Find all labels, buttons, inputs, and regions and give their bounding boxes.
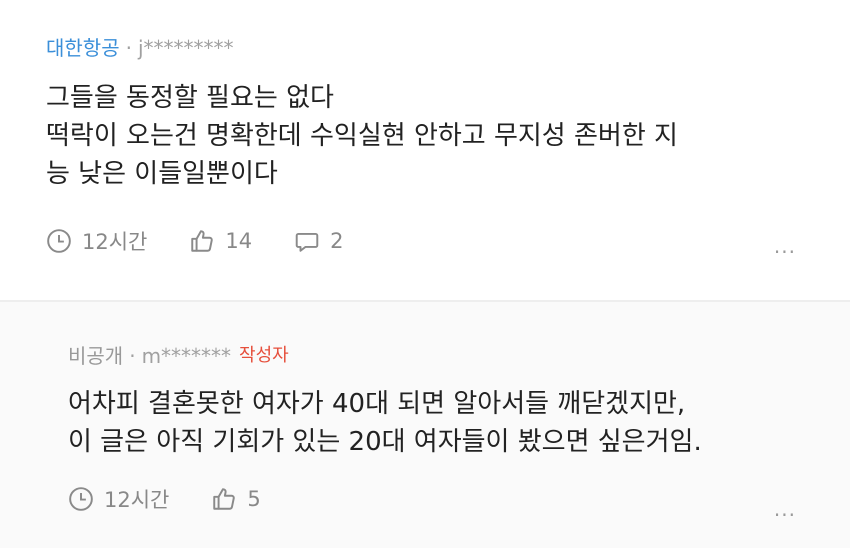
reply-body: 어차피 결혼못한 여자가 40대 되면 알아서들 깨닫겠지만, 이 글은 아직 …: [68, 385, 850, 461]
username: j*********: [137, 36, 234, 60]
like-button[interactable]: 5: [211, 486, 261, 512]
comment-actions: 12시간 14 2: [46, 226, 850, 256]
clock-icon: [69, 487, 93, 511]
thumbs-up-icon: [213, 488, 236, 510]
comment-card: 대한항공 · j********* 그들을 동정할 필요는 없다 떡락이 오는건…: [0, 0, 850, 300]
speech-bubble-icon: [295, 232, 319, 252]
comment-line: 떡락이 오는건 명확한데 수익실현 안하고 무지성 존버한 지: [46, 121, 678, 151]
timestamp: 12시간: [68, 484, 169, 514]
meta-separator: ·: [125, 36, 132, 60]
reply-card: 비공개 · m******* 작성자 어차피 결혼못한 여자가 40대 되면 알…: [0, 302, 850, 548]
comment-line: 능 낮은 이들일뿐이다: [46, 159, 278, 189]
like-button[interactable]: 14: [189, 228, 252, 254]
time-label: 12시간: [82, 230, 148, 254]
author-badge: 작성자: [239, 345, 289, 366]
timestamp: 12시간: [46, 226, 147, 256]
reply-count: 2: [330, 229, 344, 253]
comment-line: 그들을 동정할 필요는 없다: [46, 83, 334, 113]
meta-separator: ·: [129, 344, 136, 368]
more-icon[interactable]: ···: [774, 503, 796, 527]
like-count: 14: [225, 229, 253, 253]
reply-meta: 비공개 · m******* 작성자: [68, 342, 850, 370]
reply-button[interactable]: 2: [294, 228, 343, 254]
time-label: 12시간: [104, 488, 170, 512]
clock-icon: [47, 229, 71, 253]
comment-meta: 대한항공 · j*********: [46, 34, 850, 62]
comment-line: 어차피 결혼못한 여자가 40대 되면 알아서들 깨닫겠지만,: [68, 389, 686, 419]
comment-line: 이 글은 아직 기회가 있는 20대 여자들이 봤으면 싶은거임.: [68, 427, 702, 457]
reply-actions: 12시간 5: [68, 484, 850, 514]
like-count: 5: [247, 487, 261, 511]
thumbs-up-icon: [191, 230, 214, 252]
username: m*******: [141, 344, 232, 368]
more-icon[interactable]: ···: [774, 240, 796, 264]
group-label: 비공개: [68, 344, 124, 368]
comment-body: 그들을 동정할 필요는 없다 떡락이 오는건 명확한데 수익실현 안하고 무지성…: [46, 79, 850, 193]
group-link[interactable]: 대한항공: [46, 34, 120, 62]
